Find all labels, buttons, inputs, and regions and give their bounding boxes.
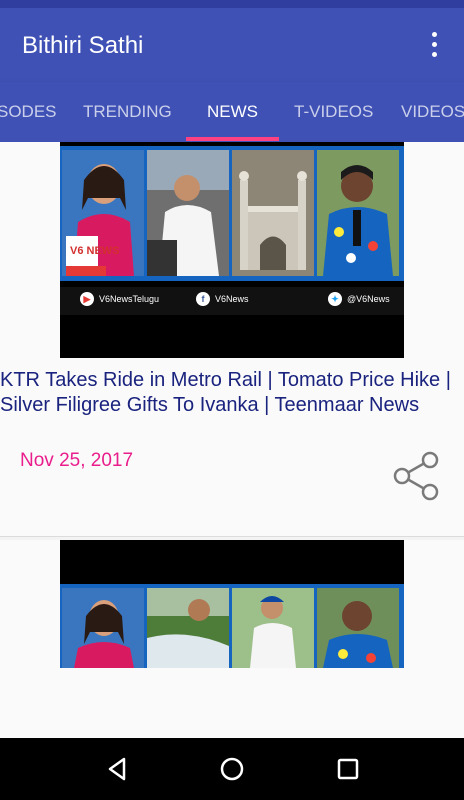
news-picture-filigree xyxy=(232,150,314,276)
anchor-picture: V6 NEWS xyxy=(62,150,144,276)
active-tab-indicator xyxy=(186,137,279,141)
facebook-handle: f V6News xyxy=(196,292,249,306)
tab-news[interactable]: NEWS xyxy=(207,82,258,142)
news-title[interactable]: KTR Takes Ride in Metro Rail | Tomato Pr… xyxy=(0,368,462,418)
water-illustration xyxy=(147,588,229,668)
youtube-handle-text: V6NewsTelugu xyxy=(99,294,160,304)
anchor-illustration: V6 NEWS xyxy=(62,150,144,276)
video-thumbnail[interactable]: V6 NEWS ▶ V6NewsTelugu f V6News ✦ @V6New… xyxy=(60,142,404,358)
reporter-illustration xyxy=(317,588,399,668)
tab-episodes[interactable]: SODES xyxy=(0,82,57,142)
anchor-picture xyxy=(62,588,144,668)
reporter-picture xyxy=(317,150,399,276)
facebook-handle-text: V6News xyxy=(215,294,249,304)
twitter-handle-text: @V6News xyxy=(347,294,390,304)
status-bar xyxy=(0,0,464,8)
thumbnail-panels: V6 NEWS xyxy=(60,146,404,281)
news-card[interactable]: V6 NEWS ▶ V6NewsTelugu f V6News ✦ @V6New… xyxy=(0,142,464,537)
news-picture-cycle xyxy=(232,588,314,668)
news-picture-water xyxy=(147,588,229,668)
system-navigation-bar xyxy=(0,738,464,800)
tab-bar: SODES TRENDING NEWS T-VIDEOS VIDEOS xyxy=(0,82,464,142)
nav-home-icon[interactable] xyxy=(217,754,247,784)
youtube-handle: ▶ V6NewsTelugu xyxy=(80,292,159,306)
charminar-illustration xyxy=(232,150,314,276)
metro-illustration xyxy=(147,150,229,276)
overflow-menu-icon[interactable] xyxy=(424,26,444,62)
tab-videos[interactable]: VIDEOS xyxy=(401,82,464,142)
tab-trending[interactable]: TRENDING xyxy=(83,82,172,142)
thumbnail-social-bar: ▶ V6NewsTelugu f V6News ✦ @V6News xyxy=(60,287,404,315)
video-thumbnail[interactable] xyxy=(60,540,404,668)
news-list[interactable]: V6 NEWS ▶ V6NewsTelugu f V6News ✦ @V6New… xyxy=(0,142,464,738)
anchor-illustration xyxy=(62,588,144,668)
share-icon[interactable] xyxy=(390,450,442,502)
cycle-illustration xyxy=(232,588,314,668)
news-card[interactable] xyxy=(0,540,464,738)
nav-recents-icon[interactable] xyxy=(333,754,363,784)
twitter-handle: ✦ @V6News xyxy=(328,292,390,306)
youtube-icon: ▶ xyxy=(80,292,94,306)
reporter-illustration xyxy=(317,150,399,276)
reporter-picture xyxy=(317,588,399,668)
news-date: Nov 25, 2017 xyxy=(20,450,134,471)
nav-back-icon[interactable] xyxy=(102,754,132,784)
news-picture-metro xyxy=(147,150,229,276)
tab-t-videos[interactable]: T-VIDEOS xyxy=(294,82,373,142)
app-bar: Bithiri Sathi xyxy=(0,8,464,82)
app-title: Bithiri Sathi xyxy=(22,32,144,59)
twitter-icon: ✦ xyxy=(328,292,342,306)
thumbnail-panels xyxy=(60,584,404,668)
facebook-icon: f xyxy=(196,292,210,306)
v6-badge: V6 NEWS xyxy=(70,245,120,257)
